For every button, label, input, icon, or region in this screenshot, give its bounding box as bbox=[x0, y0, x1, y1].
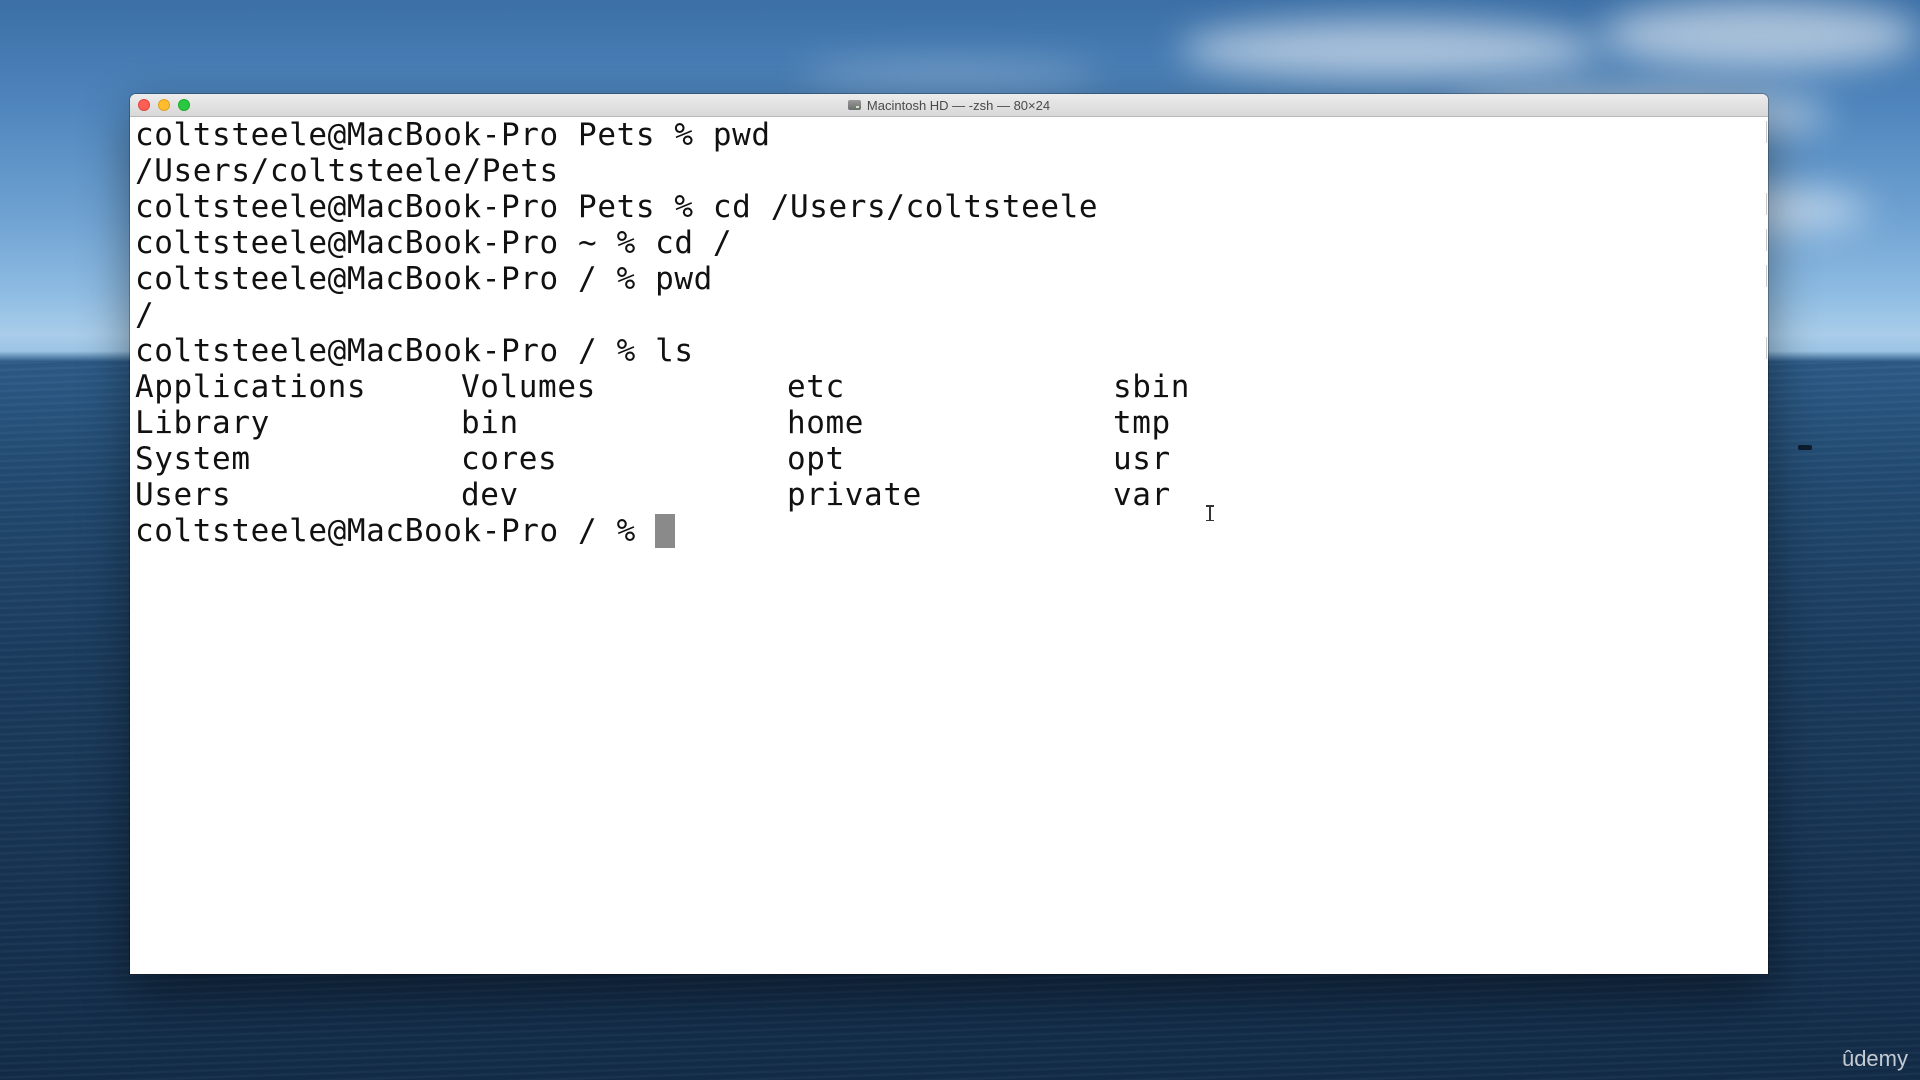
ls-entry: sbin bbox=[1113, 369, 1191, 405]
window-title: Macintosh HD — -zsh — 80×24 bbox=[866, 97, 1051, 113]
terminal-line: coltsteele@MacBook-Pro Pets % cd /Users/… bbox=[135, 189, 1099, 225]
edge-mark bbox=[1766, 265, 1767, 287]
ls-entry: private bbox=[787, 477, 922, 513]
terminal-line: coltsteele@MacBook-Pro / % pwd bbox=[135, 261, 713, 297]
edge-mark bbox=[1766, 337, 1767, 359]
boat bbox=[1798, 445, 1812, 450]
cloud bbox=[1600, 0, 1920, 70]
ls-entry: cores bbox=[461, 441, 558, 477]
window-titlebar[interactable]: Macintosh HD — -zsh — 80×24 bbox=[130, 94, 1768, 117]
current-prompt: coltsteele@MacBook-Pro / % bbox=[135, 513, 656, 549]
edge-mark bbox=[1766, 229, 1767, 251]
ls-entry: tmp bbox=[1113, 405, 1171, 441]
ibeam-cursor-icon bbox=[1206, 505, 1214, 521]
ls-entry: opt bbox=[787, 441, 845, 477]
terminal-line: / bbox=[135, 297, 155, 333]
ls-entry: bin bbox=[461, 405, 519, 441]
window-title-wrap: Macintosh HD — -zsh — 80×24 bbox=[130, 94, 1768, 116]
ls-entry: home bbox=[787, 405, 865, 441]
edge-mark bbox=[1766, 193, 1767, 215]
udemy-watermark: ûdemy bbox=[1841, 1046, 1908, 1071]
ls-entry: etc bbox=[787, 369, 845, 405]
text-cursor bbox=[655, 514, 676, 548]
cloud bbox=[800, 60, 1100, 90]
ls-entry: Library bbox=[135, 405, 270, 441]
ls-entry: usr bbox=[1113, 441, 1171, 477]
ls-entry: System bbox=[135, 441, 251, 477]
terminal-line: coltsteele@MacBook-Pro / % ls bbox=[135, 333, 694, 369]
cloud bbox=[1180, 20, 1600, 80]
ls-entry: dev bbox=[461, 477, 519, 513]
hard-disk-icon bbox=[847, 100, 861, 110]
edge-mark bbox=[1766, 121, 1767, 143]
terminal-line: /Users/coltsteele/Pets bbox=[135, 153, 559, 189]
terminal-content[interactable]: coltsteele@MacBook-Pro Pets % pwd /Users… bbox=[130, 117, 1768, 974]
ls-entry: Volumes bbox=[461, 369, 596, 405]
terminal-prompt-line[interactable]: coltsteele@MacBook-Pro / % bbox=[135, 513, 676, 549]
ls-entry: Applications bbox=[135, 369, 367, 405]
ls-entry: Users bbox=[135, 477, 232, 513]
ls-entry: var bbox=[1113, 477, 1171, 513]
terminal-line: coltsteele@MacBook-Pro Pets % pwd bbox=[135, 117, 771, 153]
terminal-line: coltsteele@MacBook-Pro ~ % cd / bbox=[135, 225, 733, 261]
terminal-window[interactable]: Macintosh HD — -zsh — 80×24 coltsteele@M… bbox=[130, 94, 1768, 974]
